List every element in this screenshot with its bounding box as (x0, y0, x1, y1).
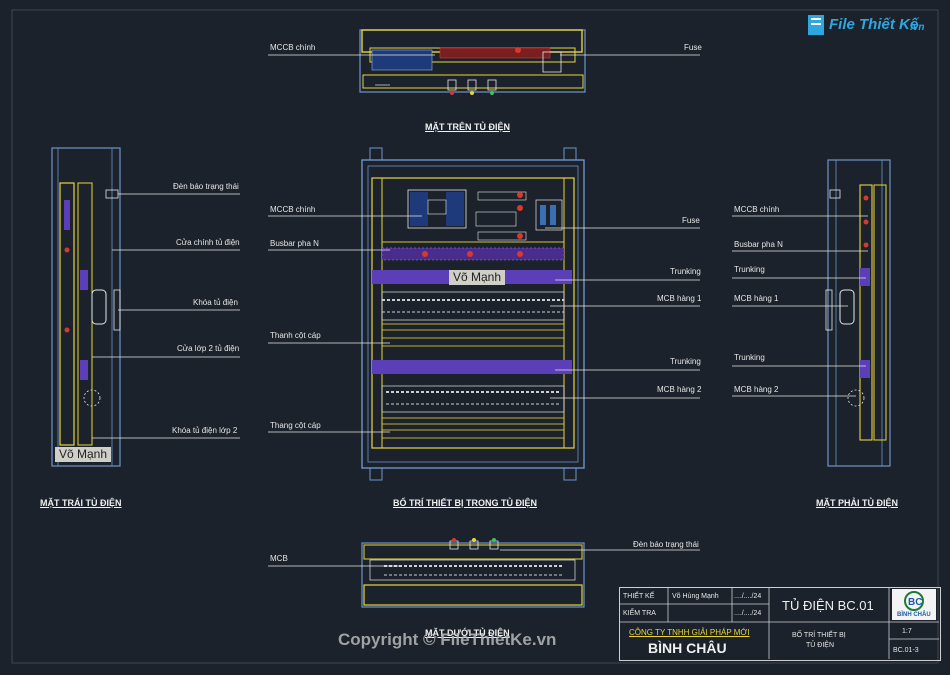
logo-suffix: .vn (910, 22, 925, 33)
tb-date-2: ..../..../24 (734, 610, 762, 617)
label-bottom-mcb: MCB (270, 554, 288, 563)
tb-drawing-title: TỦ ĐIỆN BC.01 (782, 598, 874, 613)
label-front-trunking-2: Trunking (670, 357, 701, 366)
label-left-khoa-lop2: Khóa tủ điện lớp 2 (172, 426, 238, 435)
label-front-mcb-2: MCB hàng 2 (657, 385, 702, 394)
tb-sheet-title-1: BỐ TRÍ THIẾT BỊ (792, 632, 846, 639)
label-right-mcb-2: MCB hàng 2 (734, 385, 779, 394)
title-top-view: MẶT TRÊN TỦ ĐIỆN (425, 122, 510, 132)
label-front-trunking-1: Trunking (670, 267, 701, 276)
tb-scale: 1:7 (902, 628, 912, 635)
name-tag-left: Võ Mạnh (55, 447, 112, 462)
label-front-busbar: Busbar pha N (270, 239, 319, 248)
tb-company-1: CÔNG TY TNHH GIẢI PHÁP MỚI (629, 628, 750, 637)
bc-logo-text: BÌNH CHÂU (897, 612, 931, 618)
copyright-watermark: Copyright © FileThietKe.vn (338, 630, 557, 649)
label-right-mcb-1: MCB hàng 1 (734, 294, 779, 303)
label-right-trunking-2: Trunking (734, 353, 765, 362)
tb-thiet-ke: THIẾT KẾ (623, 593, 655, 600)
label-right-mccb: MCCB chính (734, 205, 780, 214)
logo-icon (808, 15, 824, 35)
label-front-mcb-1: MCB hàng 1 (657, 294, 702, 303)
tb-designer: Võ Hùng Mạnh (672, 593, 719, 600)
label-right-busbar: Busbar pha N (734, 240, 783, 249)
tb-sheet-title-2: TỦ ĐIỆN (806, 642, 834, 649)
label-right-trunking-1: Trunking (734, 265, 765, 274)
bc-logo-icon: BC (904, 591, 924, 611)
cad-drawing (11, 9, 939, 664)
title-front-view: BỐ TRÍ THIẾT BỊ TRONG TỦ ĐIỆN (393, 498, 537, 508)
label-left-den-bao: Đèn báo trạng thái (173, 182, 239, 191)
label-top-fuse: Fuse (684, 43, 702, 52)
front-view (268, 147, 700, 481)
svg-text:BC: BC (908, 597, 922, 608)
title-left-view: MẶT TRÁI TỦ ĐIỆN (40, 498, 122, 508)
label-bottom-den-bao: Đèn báo trạng thái (633, 540, 699, 549)
label-front-mccb: MCCB chính (270, 205, 316, 214)
label-left-cua-chinh: Cửa chính tủ điện (176, 238, 240, 247)
label-front-thanh-cot: Thanh cột cáp (270, 331, 321, 340)
site-logo: File Thiết Kế .vn (807, 8, 927, 42)
company-logo: BC BÌNH CHÂU (892, 589, 936, 620)
name-tag-front: Võ Mạnh (449, 270, 506, 285)
tb-date-1: ..../..../24 (734, 593, 762, 600)
logo-brand: File Thiết Kế (829, 16, 919, 33)
tb-company-2: BÌNH CHÂU (648, 640, 727, 656)
label-front-fuse: Fuse (682, 216, 700, 225)
top-view (268, 29, 700, 95)
label-front-thang-cot: Thang cột cáp (270, 421, 321, 430)
label-top-mccb: MCCB chính (270, 43, 316, 52)
label-left-khoa: Khóa tủ điện (193, 298, 238, 307)
label-left-cua-lop2: Cửa lớp 2 tủ điện (177, 344, 240, 353)
tb-kiem-tra: KIỂM TRA (623, 610, 656, 617)
tb-sheet-no: BC.01-3 (893, 647, 919, 654)
title-right-view: MẶT PHẢI TỦ ĐIỆN (816, 498, 898, 508)
